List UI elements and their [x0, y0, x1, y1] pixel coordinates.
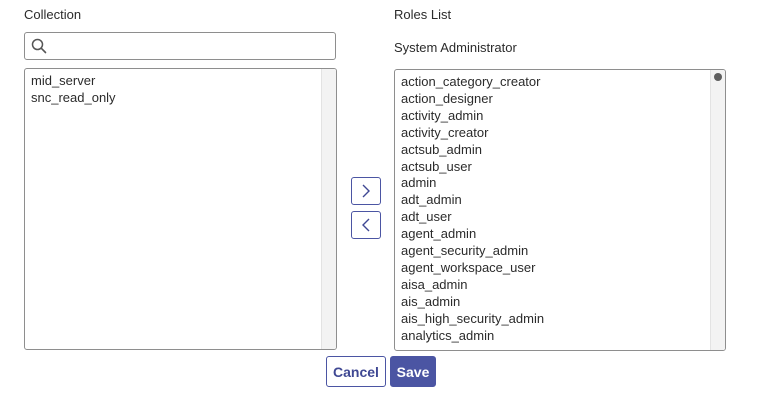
list-item[interactable]: action_category_creator [401, 74, 719, 91]
role-selector-dialog: Collection mid_server snc_read_only Role… [0, 0, 765, 413]
move-left-button[interactable] [351, 211, 381, 239]
save-button[interactable]: Save [390, 356, 436, 387]
list-item[interactable]: actsub_admin [401, 142, 719, 159]
roles-list-title: Roles List [394, 7, 452, 22]
list-item[interactable]: ais_admin [401, 294, 719, 311]
collection-search-box[interactable] [24, 32, 336, 60]
list-item[interactable]: aisa_admin [401, 277, 719, 294]
list-item[interactable]: activity_admin [401, 108, 719, 125]
roles-list-subtitle: System Administrator [394, 40, 517, 55]
list-item[interactable]: agent_security_admin [401, 243, 719, 260]
list-item[interactable]: analytics_admin [401, 328, 719, 345]
search-icon [31, 38, 47, 54]
roles-list[interactable]: action_category_creator action_designer … [394, 69, 726, 351]
roles-scrollbar[interactable] [710, 70, 725, 350]
collection-scrollbar[interactable] [321, 69, 336, 349]
list-item[interactable]: snc_read_only [31, 90, 330, 107]
list-item[interactable]: ais_high_security_admin [401, 311, 719, 328]
move-right-button[interactable] [351, 177, 381, 205]
list-item[interactable]: mid_server [31, 73, 330, 90]
chevron-left-icon [362, 218, 370, 232]
list-item[interactable]: action_designer [401, 91, 719, 108]
chevron-right-icon [362, 184, 370, 198]
list-item[interactable]: adt_user [401, 209, 719, 226]
list-item[interactable]: actsub_user [401, 159, 719, 176]
collection-list[interactable]: mid_server snc_read_only [24, 68, 337, 350]
collection-search-input[interactable] [53, 36, 333, 58]
list-item[interactable]: agent_admin [401, 226, 719, 243]
collection-title: Collection [24, 7, 82, 22]
cancel-button[interactable]: Cancel [326, 356, 386, 387]
list-item[interactable]: adt_admin [401, 192, 719, 209]
list-item[interactable]: agent_workspace_user [401, 260, 719, 277]
scrollbar-thumb[interactable] [714, 73, 722, 81]
list-item[interactable]: activity_creator [401, 125, 719, 142]
list-item[interactable]: admin [401, 175, 719, 192]
